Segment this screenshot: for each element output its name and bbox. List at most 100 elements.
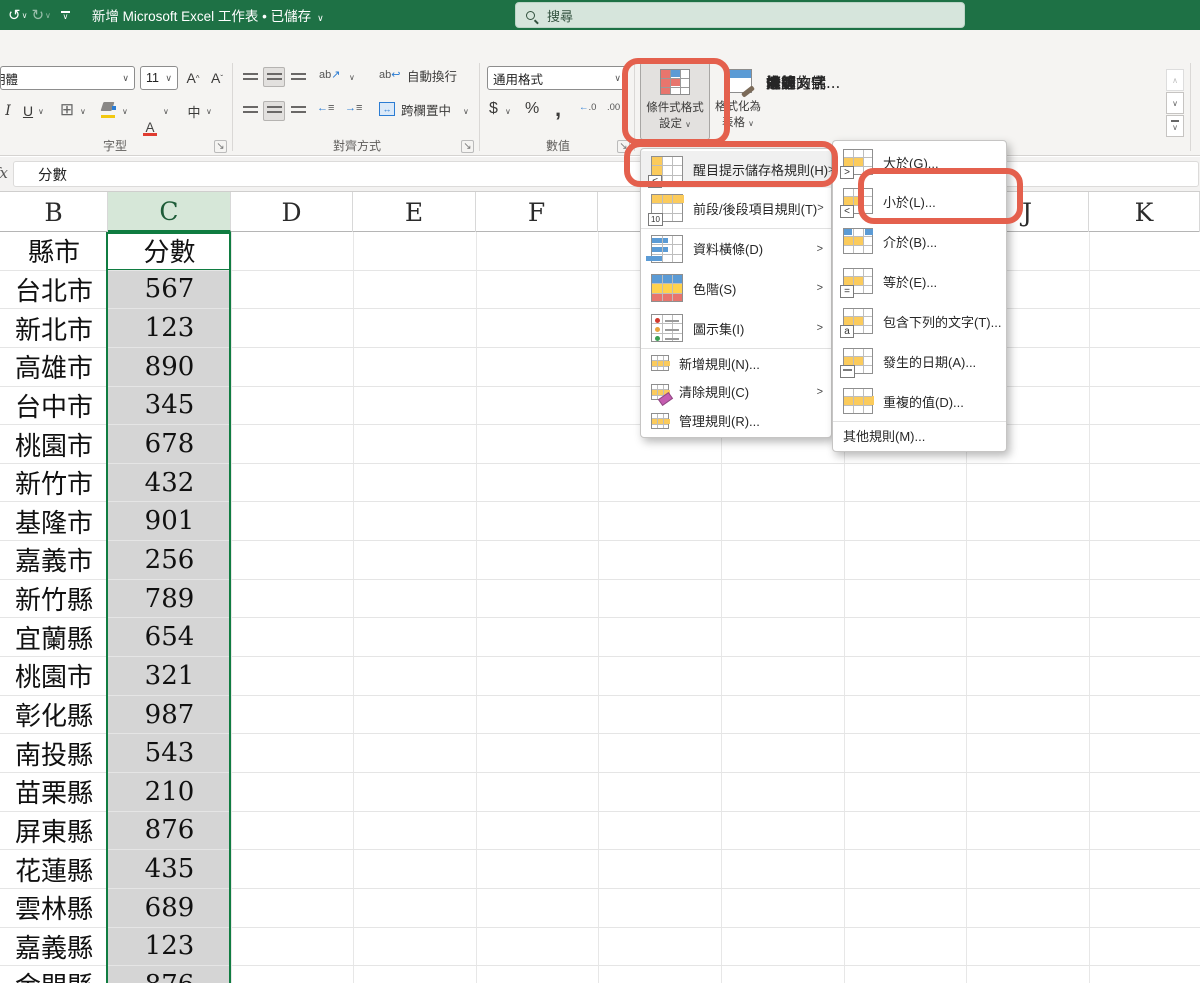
cell-score[interactable]: 567 <box>108 271 231 309</box>
menu-item[interactable]: 圖示集(I) > <box>641 308 831 348</box>
merge-center-icon[interactable]: ↔ <box>379 102 395 116</box>
align-left-icon[interactable] <box>239 101 261 121</box>
cell-county[interactable]: 桃園市 <box>0 657 108 695</box>
cell-score[interactable]: 123 <box>108 309 231 347</box>
fill-color-dropdown-icon[interactable]: ∨ <box>122 107 128 116</box>
align-top-icon[interactable] <box>239 67 261 87</box>
submenu-item[interactable]: 大於(G)... > <box>833 143 1006 181</box>
menu-item[interactable]: 醒目提示儲存格規則(H) > <box>641 151 831 188</box>
column-header-E[interactable]: E <box>353 192 476 232</box>
submenu-item[interactable]: 其他規則(M)... > <box>833 421 1006 449</box>
underline-button[interactable]: U <box>20 100 36 122</box>
font-name-combo[interactable]: 新細明體∨ <box>0 66 135 90</box>
align-bottom-icon[interactable] <box>287 67 309 87</box>
cell-score[interactable]: 789 <box>108 580 231 618</box>
cell-score[interactable]: 901 <box>108 502 231 540</box>
cell-county[interactable]: 台中市 <box>0 387 108 425</box>
wrap-text-label[interactable]: 自動換行 <box>407 66 457 85</box>
cell-score[interactable]: 256 <box>108 541 231 579</box>
cell-score[interactable]: 543 <box>108 734 231 772</box>
number-format-combo[interactable]: 通用格式∨ <box>487 66 627 90</box>
number-dialog-launcher[interactable]: ↘ <box>617 140 630 153</box>
cell-county[interactable]: 苗栗縣 <box>0 773 108 811</box>
phonetic-guide-icon[interactable]: 中 <box>185 100 203 122</box>
cell-county[interactable]: 宜蘭縣 <box>0 618 108 656</box>
menu-item[interactable]: 清除規則(C) > <box>641 377 831 406</box>
menu-item[interactable]: 色階(S) > <box>641 268 831 308</box>
cell-score[interactable]: 876 <box>108 966 231 983</box>
gallery-scroll-down-icon[interactable]: ∨ <box>1166 92 1184 114</box>
italic-button[interactable]: I <box>0 100 16 122</box>
cell-county[interactable]: 高雄市 <box>0 348 108 386</box>
cell-county[interactable]: 新竹市 <box>0 464 108 502</box>
comma-style-icon[interactable]: , <box>555 96 561 122</box>
align-middle-icon[interactable] <box>263 67 285 87</box>
menu-item[interactable]: 管理規則(R)... > <box>641 406 831 435</box>
submenu-item[interactable]: 發生的日期(A)... > <box>833 341 1006 381</box>
cell-score[interactable]: 987 <box>108 696 231 734</box>
submenu-item[interactable]: 等於(E)... > <box>833 261 1006 301</box>
increase-indent-icon[interactable]: →≡ <box>345 102 362 114</box>
fill-color-icon[interactable] <box>100 100 116 118</box>
cell-score[interactable]: 689 <box>108 889 231 927</box>
font-color-icon[interactable]: A <box>142 118 158 136</box>
conditional-formatting-button[interactable]: 條件式格式 設定 ∨ <box>640 62 710 140</box>
orientation-dropdown-icon[interactable]: ∨ <box>349 73 355 82</box>
cell-county[interactable]: 嘉義市 <box>0 541 108 579</box>
merge-center-label[interactable]: 跨欄置中 <box>401 100 451 119</box>
ribbon-tab[interactable] <box>131 30 159 60</box>
font-dialog-launcher[interactable]: ↘ <box>214 140 227 153</box>
cell-county[interactable]: 雲林縣 <box>0 889 108 927</box>
ribbon-tab[interactable] <box>47 30 75 60</box>
column-header-D[interactable]: D <box>231 192 353 232</box>
cell-county[interactable]: 桃園市 <box>0 425 108 463</box>
cell-score[interactable]: 321 <box>108 657 231 695</box>
currency-icon[interactable]: $ <box>489 100 498 118</box>
column-header-F[interactable]: F <box>476 192 598 232</box>
align-right-icon[interactable] <box>287 101 309 121</box>
borders-icon[interactable]: ⊞ <box>58 99 76 121</box>
cell-score[interactable]: 432 <box>108 464 231 502</box>
cell-county[interactable]: 基隆市 <box>0 502 108 540</box>
column-header-C[interactable]: C <box>108 192 231 232</box>
customize-toolbar-icon[interactable]: ∨ <box>61 11 70 19</box>
cell-score[interactable]: 123 <box>108 928 231 966</box>
orientation-icon[interactable]: ab↗ <box>319 68 340 81</box>
font-color-dropdown-icon[interactable]: ∨ <box>163 107 169 116</box>
cell-county[interactable]: 南投縣 <box>0 734 108 772</box>
cell-county[interactable]: 屏東縣 <box>0 812 108 850</box>
cell-score[interactable]: 分數 <box>108 232 231 270</box>
cell-county[interactable]: 嘉義縣 <box>0 928 108 966</box>
style-swatch[interactable]: 說明文字 <box>759 70 856 94</box>
alignment-dialog-launcher[interactable]: ↘ <box>461 140 474 153</box>
fx-icon[interactable]: fx <box>0 164 8 182</box>
ribbon-tab[interactable] <box>19 30 47 60</box>
cell-county[interactable]: 花蓮縣 <box>0 850 108 888</box>
ribbon-tab[interactable] <box>75 30 103 60</box>
cell-county[interactable]: 新竹縣 <box>0 580 108 618</box>
decrease-decimal-icon[interactable]: .00→ <box>607 102 630 113</box>
gallery-scroll-up-icon[interactable]: ∧ <box>1166 69 1184 91</box>
cell-score[interactable]: 890 <box>108 348 231 386</box>
shrink-font-icon[interactable]: Aˇ <box>206 66 228 90</box>
ribbon-tab[interactable] <box>103 30 131 60</box>
menu-item[interactable]: 資料橫條(D) > <box>641 228 831 268</box>
merge-center-dropdown-icon[interactable]: ∨ <box>463 107 469 116</box>
submenu-item[interactable]: 重複的值(D)... > <box>833 381 1006 421</box>
decrease-indent-icon[interactable]: ←≡ <box>317 102 334 114</box>
document-title[interactable]: 新增 Microsoft Excel 工作表 • 已儲存∨ <box>92 5 324 25</box>
percent-icon[interactable]: % <box>525 100 539 118</box>
cell-score[interactable]: 435 <box>108 850 231 888</box>
submenu-item[interactable]: 小於(L)... > <box>833 181 1006 221</box>
cell-score[interactable]: 210 <box>108 773 231 811</box>
gallery-more-icon[interactable]: ∨ <box>1166 115 1184 137</box>
cell-score[interactable]: 678 <box>108 425 231 463</box>
column-header-B[interactable]: B <box>0 192 108 232</box>
submenu-item[interactable]: 包含下列的文字(T)... > <box>833 301 1006 341</box>
column-header-K[interactable]: K <box>1089 192 1200 232</box>
phonetic-dropdown-icon[interactable]: ∨ <box>206 107 212 116</box>
cell-score[interactable]: 654 <box>108 618 231 656</box>
cell-county[interactable]: 新北市 <box>0 309 108 347</box>
cell-score[interactable]: 345 <box>108 387 231 425</box>
wrap-text-icon[interactable]: ab↩ <box>379 68 400 81</box>
